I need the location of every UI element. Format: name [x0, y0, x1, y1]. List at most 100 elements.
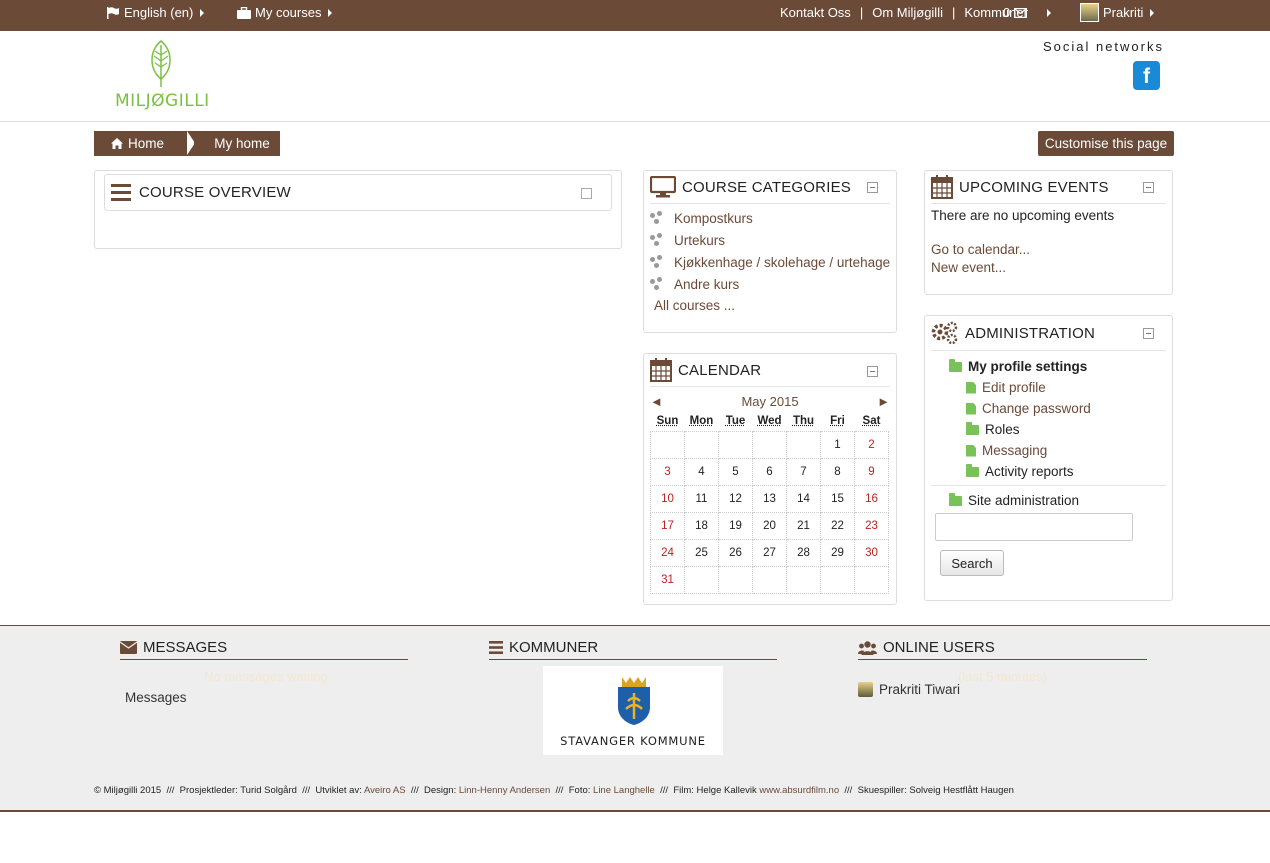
- calendar-day[interactable]: 31: [650, 565, 685, 594]
- collapse-icon[interactable]: [1143, 182, 1154, 193]
- collapse-icon[interactable]: [1143, 328, 1154, 339]
- calendar-day[interactable]: 16: [854, 484, 889, 513]
- calendar-icon: [931, 175, 953, 199]
- tree-change-password[interactable]: Change password: [949, 398, 1172, 419]
- footer-credits: © Miljøgilli 2015 /// Prosjektleder: Tur…: [94, 785, 1014, 796]
- category-item[interactable]: Urtekurs: [644, 229, 896, 251]
- developer-link[interactable]: Aveiro AS: [364, 785, 406, 796]
- category-link[interactable]: Kompostkurs: [674, 211, 753, 226]
- category-link[interactable]: Kjøkkenhage / skolehage / urtehage: [674, 255, 890, 270]
- next-month-arrow[interactable]: ►: [877, 394, 890, 409]
- calendar-month[interactable]: May 2015: [741, 394, 798, 409]
- admin-search-button[interactable]: Search: [940, 550, 1004, 576]
- collapse-icon[interactable]: [867, 182, 878, 193]
- calendar-week-row: 24 25 26 27 28 29 30: [650, 538, 889, 567]
- project-lead: Prosjektleder: Turid Solgård: [179, 785, 297, 796]
- calendar-day[interactable]: 30: [854, 538, 889, 567]
- customise-page-button[interactable]: Customise this page: [1038, 131, 1174, 156]
- calendar-day[interactable]: 23: [854, 511, 889, 540]
- tree-site-administration[interactable]: Site administration: [949, 490, 1172, 511]
- edit-profile-link[interactable]: Edit profile: [982, 380, 1046, 395]
- language-menu[interactable]: English (en): [107, 5, 205, 20]
- user-avatar: [1080, 3, 1099, 22]
- new-event-link[interactable]: New event...: [931, 260, 1006, 275]
- category-item[interactable]: Kjøkkenhage / skolehage / urtehage: [644, 251, 896, 273]
- calendar-nav: ◄ May 2015 ►: [644, 391, 896, 411]
- my-courses-label: My courses: [255, 5, 322, 20]
- my-courses-menu[interactable]: My courses: [237, 5, 333, 20]
- admin-search-input[interactable]: [935, 513, 1133, 541]
- collapse-icon[interactable]: [867, 366, 878, 377]
- calendar-day[interactable]: 29: [820, 538, 855, 567]
- calendar-day[interactable]: 20: [752, 511, 787, 540]
- calendar-day[interactable]: 10: [650, 484, 685, 513]
- file-icon: [966, 381, 976, 394]
- kommuner-footer-title: KOMMUNER: [489, 636, 777, 660]
- calendar-day[interactable]: 7: [786, 457, 821, 486]
- calendar-day[interactable]: 4: [684, 457, 719, 486]
- all-courses-link[interactable]: All courses ...: [654, 298, 735, 313]
- calendar-day[interactable]: 5: [718, 457, 753, 486]
- calendar-day[interactable]: 13: [752, 484, 787, 513]
- link-kontakt-oss[interactable]: Kontakt Oss: [780, 5, 851, 20]
- calendar-day[interactable]: 28: [786, 538, 821, 567]
- tree-edit-profile[interactable]: Edit profile: [949, 377, 1172, 398]
- calendar-day[interactable]: 1: [820, 430, 855, 459]
- prev-month-arrow[interactable]: ◄: [650, 394, 663, 409]
- calendar-day[interactable]: 27: [752, 538, 787, 567]
- dock-icon[interactable]: [581, 188, 592, 199]
- tree-activity-reports[interactable]: Activity reports: [949, 461, 1172, 482]
- calendar-week-row: 10 11 12 13 14 15 16: [650, 484, 889, 513]
- go-to-calendar-link[interactable]: Go to calendar...: [931, 242, 1030, 257]
- breadcrumb-home[interactable]: Home: [94, 131, 195, 156]
- calendar-day[interactable]: 19: [718, 511, 753, 540]
- site-admin-label: Site administration: [968, 493, 1080, 508]
- calendar-day[interactable]: 6: [752, 457, 787, 486]
- category-item[interactable]: Kompostkurs: [644, 207, 896, 229]
- link-om-miljogilli[interactable]: Om Miljøgilli: [872, 5, 943, 20]
- messages-menu[interactable]: 0: [1003, 5, 1052, 20]
- calendar-day[interactable]: 9: [854, 457, 889, 486]
- calendar-day[interactable]: 11: [684, 484, 719, 513]
- social-networks-title: Social networks: [1042, 39, 1164, 54]
- site-logo[interactable]: MILJØGILLI: [115, 39, 209, 111]
- calendar-day[interactable]: 17: [650, 511, 685, 540]
- online-user-link[interactable]: Prakriti Tiwari: [879, 682, 960, 697]
- divider-text: ///: [555, 785, 564, 796]
- online-user-row[interactable]: Prakriti Tiwari: [858, 682, 960, 697]
- messaging-link[interactable]: Messaging: [982, 443, 1047, 458]
- film-link[interactable]: www.absurdfilm.no: [759, 785, 839, 796]
- calendar-day[interactable]: 24: [650, 538, 685, 567]
- folder-icon: [949, 492, 962, 506]
- administration-block: ADMINISTRATION My profile settings Edit …: [924, 315, 1173, 601]
- facebook-icon[interactable]: f: [1133, 61, 1160, 90]
- calendar-day[interactable]: 18: [684, 511, 719, 540]
- calendar-day[interactable]: 15: [820, 484, 855, 513]
- change-password-link[interactable]: Change password: [982, 401, 1091, 416]
- photographer-link[interactable]: Line Langhelle: [593, 785, 655, 796]
- profile-settings-label: My profile settings: [968, 359, 1088, 374]
- calendar-day[interactable]: 21: [786, 511, 821, 540]
- tree-profile-settings[interactable]: My profile settings: [949, 356, 1172, 377]
- calendar-day[interactable]: 8: [820, 457, 855, 486]
- calendar-day[interactable]: 14: [786, 484, 821, 513]
- category-link[interactable]: Andre kurs: [674, 277, 739, 292]
- category-link[interactable]: Urtekurs: [674, 233, 725, 248]
- calendar-day[interactable]: 3: [650, 457, 685, 486]
- calendar-day[interactable]: 26: [718, 538, 753, 567]
- category-item[interactable]: Andre kurs: [644, 273, 896, 295]
- tree-roles[interactable]: Roles: [949, 419, 1172, 440]
- calendar-day[interactable]: 2: [854, 430, 889, 459]
- calendar-title: CALENDAR: [678, 361, 762, 379]
- messages-link[interactable]: Messages: [125, 690, 187, 705]
- user-menu[interactable]: Prakriti: [1080, 3, 1155, 22]
- calendar-day[interactable]: 22: [820, 511, 855, 540]
- designer-link[interactable]: Linn-Henny Andersen: [459, 785, 550, 796]
- site-header: MILJØGILLI Social networks f: [0, 31, 1270, 122]
- breadcrumb-current[interactable]: My home: [194, 131, 280, 156]
- calendar-day[interactable]: 25: [684, 538, 719, 567]
- stavanger-logo[interactable]: STAVANGER KOMMUNE: [543, 666, 723, 755]
- tree-messaging[interactable]: Messaging: [949, 440, 1172, 461]
- calendar-day[interactable]: 12: [718, 484, 753, 513]
